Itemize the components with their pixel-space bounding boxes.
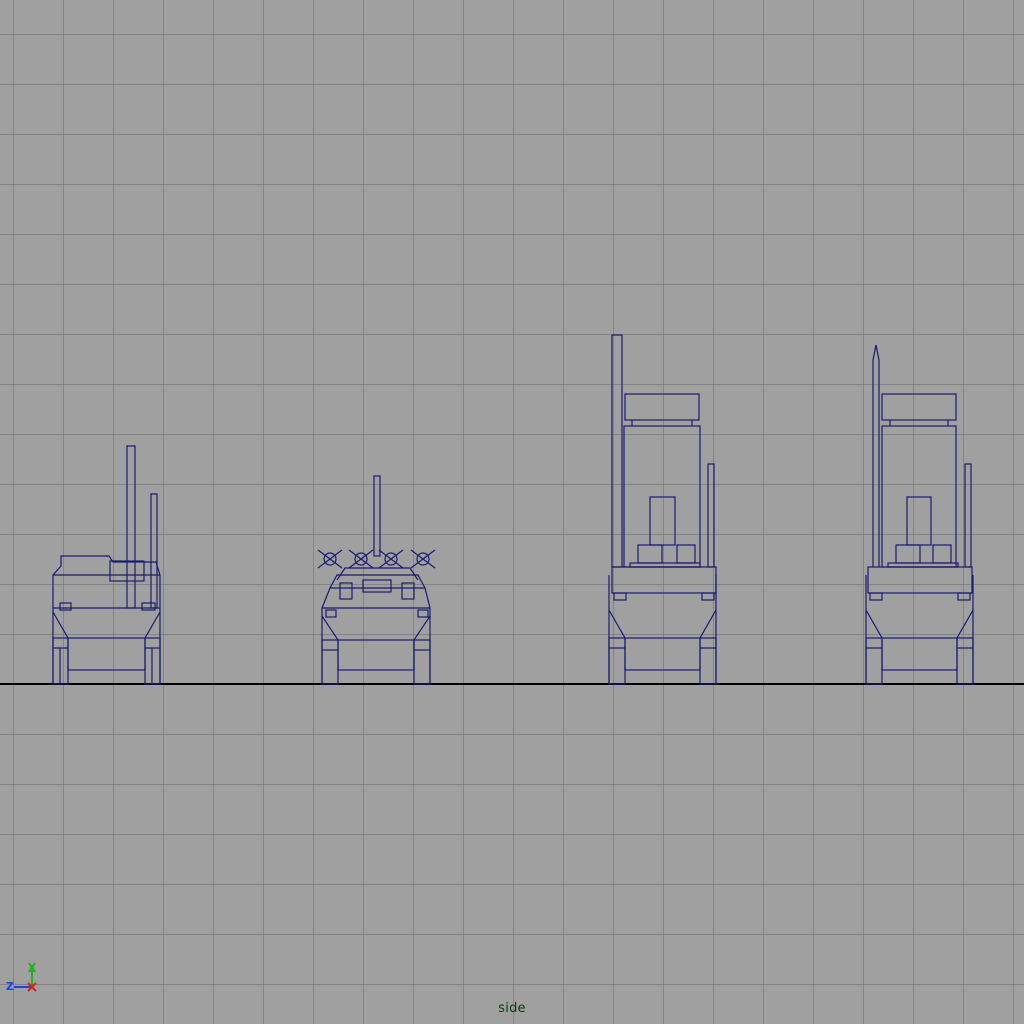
axis-orientation-gizmo: Y Z	[6, 962, 46, 998]
side-viewport[interactable]: Y Z side	[0, 0, 1024, 1024]
armored-vehicle-1[interactable]	[52, 445, 161, 685]
radar-truck-1[interactable]	[608, 334, 717, 685]
camera-name-label: side	[498, 1001, 526, 1016]
axis-y-label: Y	[28, 961, 36, 974]
radar-truck-2[interactable]	[865, 344, 974, 685]
scene-geometry	[52, 334, 974, 685]
axis-z-label: Z	[6, 980, 14, 993]
vehicle-with-lights[interactable]	[317, 475, 436, 685]
